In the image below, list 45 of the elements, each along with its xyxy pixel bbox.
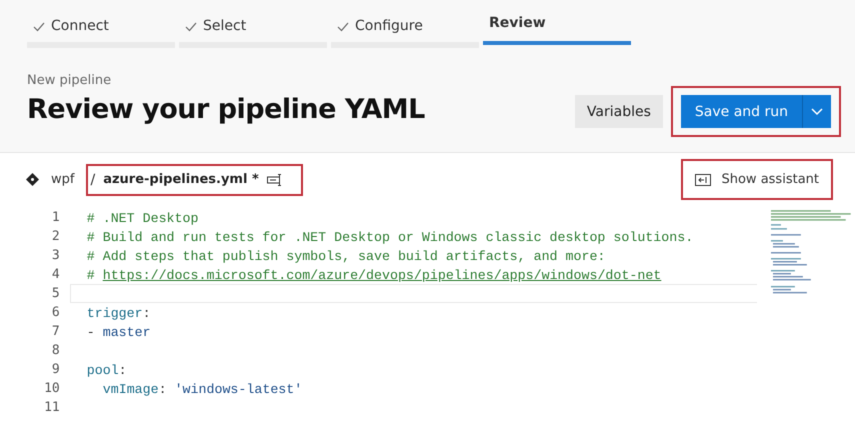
rename-icon[interactable] — [266, 174, 283, 186]
dropdown-button[interactable] — [802, 95, 831, 128]
checkmark-icon — [185, 22, 197, 32]
breadcrumb: New pipeline — [27, 73, 112, 88]
panel-icon — [695, 174, 712, 186]
line-number: 5 — [50, 285, 61, 303]
code-token: vmImage — [102, 382, 159, 397]
code-token: master — [102, 325, 151, 340]
wizard-step[interactable]: Connect — [27, 18, 175, 48]
code-token: # Build and run tests for .NET Desktop or Windows classic desktop solutions. — [86, 230, 694, 245]
checkmark-icon — [337, 22, 349, 32]
variables-button[interactable]: Variables — [574, 95, 663, 128]
save-and-run-button[interactable]: Save and run — [680, 95, 802, 128]
wizard-step[interactable]: Select — [179, 18, 327, 48]
wizard-step[interactable]: Configure — [331, 18, 479, 48]
git-diamond-icon — [26, 173, 39, 186]
code-token[interactable]: https://docs.microsoft.com/azure/devops/pipelines/apps/windows/dot-net — [102, 268, 662, 283]
wizard-step[interactable]: Review — [483, 15, 631, 45]
line-number: 2 — [50, 228, 61, 246]
line-number: 11 — [43, 399, 61, 417]
code-token: # Add steps that publish symbols, save build artifacts, and more: — [86, 249, 606, 264]
code-token: : — [158, 382, 168, 397]
line-number: 7 — [50, 323, 61, 341]
path-separator: / — [90, 172, 96, 188]
line-number: 9 — [50, 361, 61, 379]
code-token: 'windows-latest' — [174, 382, 302, 397]
line-number: 3 — [50, 247, 61, 265]
code-token: # — [86, 268, 96, 283]
chevron-down-icon — [811, 108, 823, 116]
code-token: pool — [86, 363, 119, 378]
line-number: 8 — [50, 342, 61, 360]
code-token: : — [142, 306, 151, 321]
line-number: 4 — [50, 266, 61, 284]
page-title: Review your pipeline YAML — [27, 94, 425, 125]
line-number: 10 — [43, 380, 61, 398]
file-name: azure-pipelines.yml * — [103, 172, 259, 187]
line-number: 6 — [50, 304, 61, 322]
checkmark-icon — [33, 22, 45, 32]
repo-name: wpf — [51, 172, 74, 187]
line-number: 1 — [50, 209, 61, 227]
show-assistant-button[interactable]: Show assistant — [689, 170, 825, 189]
code-token: trigger — [86, 306, 143, 321]
code-token: - — [86, 325, 96, 340]
code-token: : — [118, 363, 127, 378]
code-token: # .NET Desktop — [86, 211, 198, 226]
